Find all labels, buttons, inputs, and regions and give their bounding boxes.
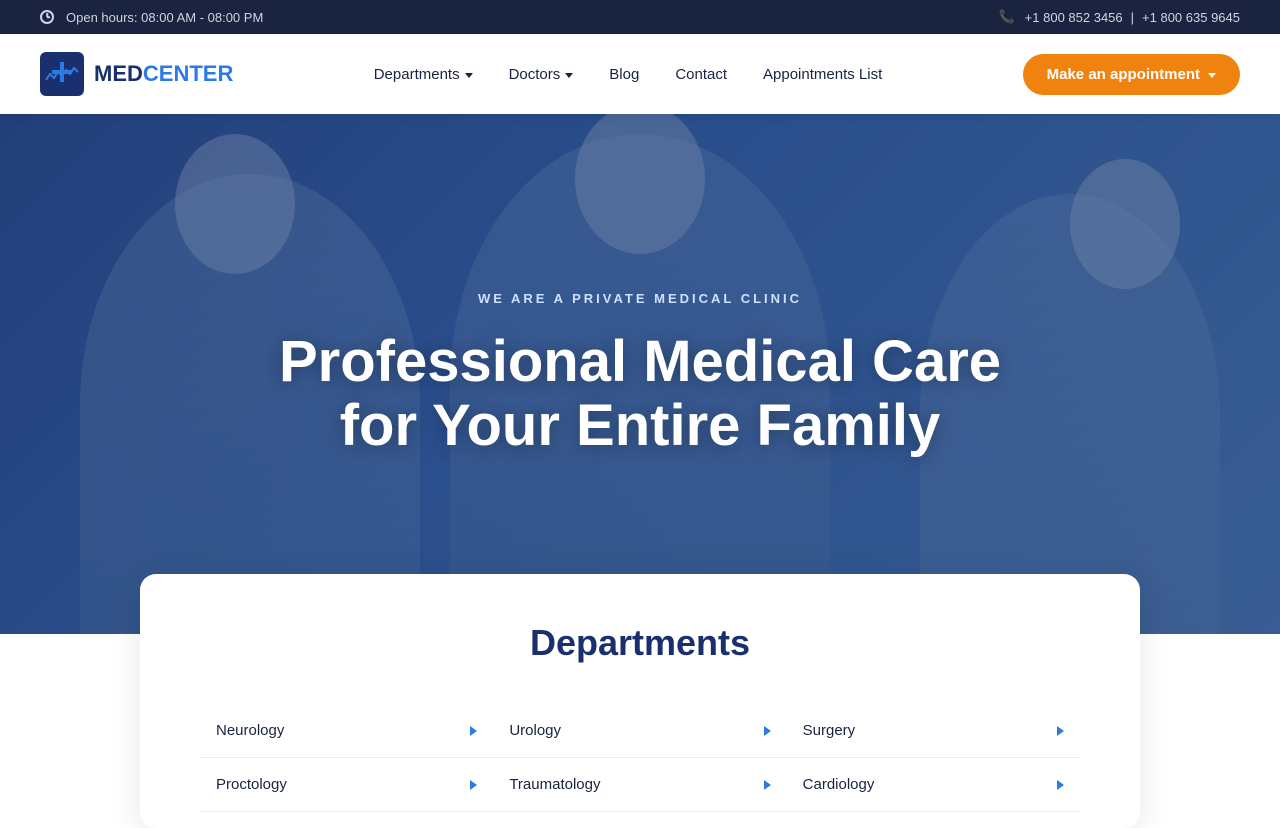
dept-arrow-icon: [1057, 780, 1064, 790]
hero-title: Professional Medical Care for Your Entir…: [279, 330, 1001, 458]
phone1[interactable]: +1 800 852 3456: [1025, 10, 1123, 25]
chevron-down-icon: [1208, 73, 1216, 78]
departments-card: Departments Neurology Urology Surgery Pr…: [140, 574, 1140, 828]
nav-link-contact[interactable]: Contact: [675, 66, 727, 83]
dept-item-cardiology[interactable]: Cardiology: [787, 758, 1080, 812]
top-bar-phones: 📞 +1 800 852 3456 | +1 800 635 9645: [998, 9, 1240, 25]
phone-icon: 📞: [998, 9, 1014, 25]
dept-item-proctology[interactable]: Proctology: [200, 758, 493, 812]
logo-link[interactable]: MEDCENTER: [40, 52, 233, 96]
hero-subtitle: WE ARE A PRIVATE MEDICAL CLINIC: [279, 291, 1001, 306]
dept-item-traumatology[interactable]: Traumatology: [493, 758, 786, 812]
dept-arrow-icon: [764, 780, 771, 790]
nav-item-contact[interactable]: Contact: [675, 66, 727, 83]
nav-link-doctors[interactable]: Doctors: [509, 66, 574, 83]
dept-arrow-icon: [470, 726, 477, 736]
departments-title: Departments: [200, 622, 1080, 664]
top-bar-hours: Open hours: 08:00 AM - 08:00 PM: [40, 10, 263, 25]
top-bar: Open hours: 08:00 AM - 08:00 PM 📞 +1 800…: [0, 0, 1280, 34]
logo-med: MEDCENTER: [94, 62, 233, 86]
dept-arrow-icon: [470, 780, 477, 790]
phone2[interactable]: +1 800 635 9645: [1142, 10, 1240, 25]
departments-grid: Neurology Urology Surgery Proctology Tra…: [200, 704, 1080, 812]
dept-arrow-icon: [1057, 726, 1064, 736]
make-appointment-button[interactable]: Make an appointment: [1023, 54, 1240, 95]
nav-links: Departments Doctors Blog Contact Appoint…: [374, 66, 883, 83]
dept-item-urology[interactable]: Urology: [493, 704, 786, 758]
dept-arrow-icon: [764, 726, 771, 736]
hours-text: Open hours: 08:00 AM - 08:00 PM: [66, 10, 263, 25]
nav-link-blog[interactable]: Blog: [609, 66, 639, 83]
dept-item-surgery[interactable]: Surgery: [787, 704, 1080, 758]
clock-icon: [40, 10, 54, 24]
navbar: MEDCENTER Departments Doctors Blog Conta…: [0, 34, 1280, 114]
nav-item-departments[interactable]: Departments: [374, 66, 473, 83]
nav-item-doctors[interactable]: Doctors: [509, 66, 574, 83]
nav-link-departments[interactable]: Departments: [374, 66, 473, 83]
hero-section: WE ARE A PRIVATE MEDICAL CLINIC Professi…: [0, 114, 1280, 634]
chevron-down-icon: [565, 73, 573, 78]
phone-separator: |: [1131, 10, 1134, 25]
nav-item-blog[interactable]: Blog: [609, 66, 639, 83]
nav-item-appointments-list[interactable]: Appointments List: [763, 66, 882, 83]
nav-link-appointments-list[interactable]: Appointments List: [763, 66, 882, 83]
chevron-down-icon: [465, 73, 473, 78]
dept-item-neurology[interactable]: Neurology: [200, 704, 493, 758]
logo-text: MEDCENTER: [94, 62, 233, 86]
logo-icon: [40, 52, 84, 96]
hero-content: WE ARE A PRIVATE MEDICAL CLINIC Professi…: [239, 291, 1041, 458]
